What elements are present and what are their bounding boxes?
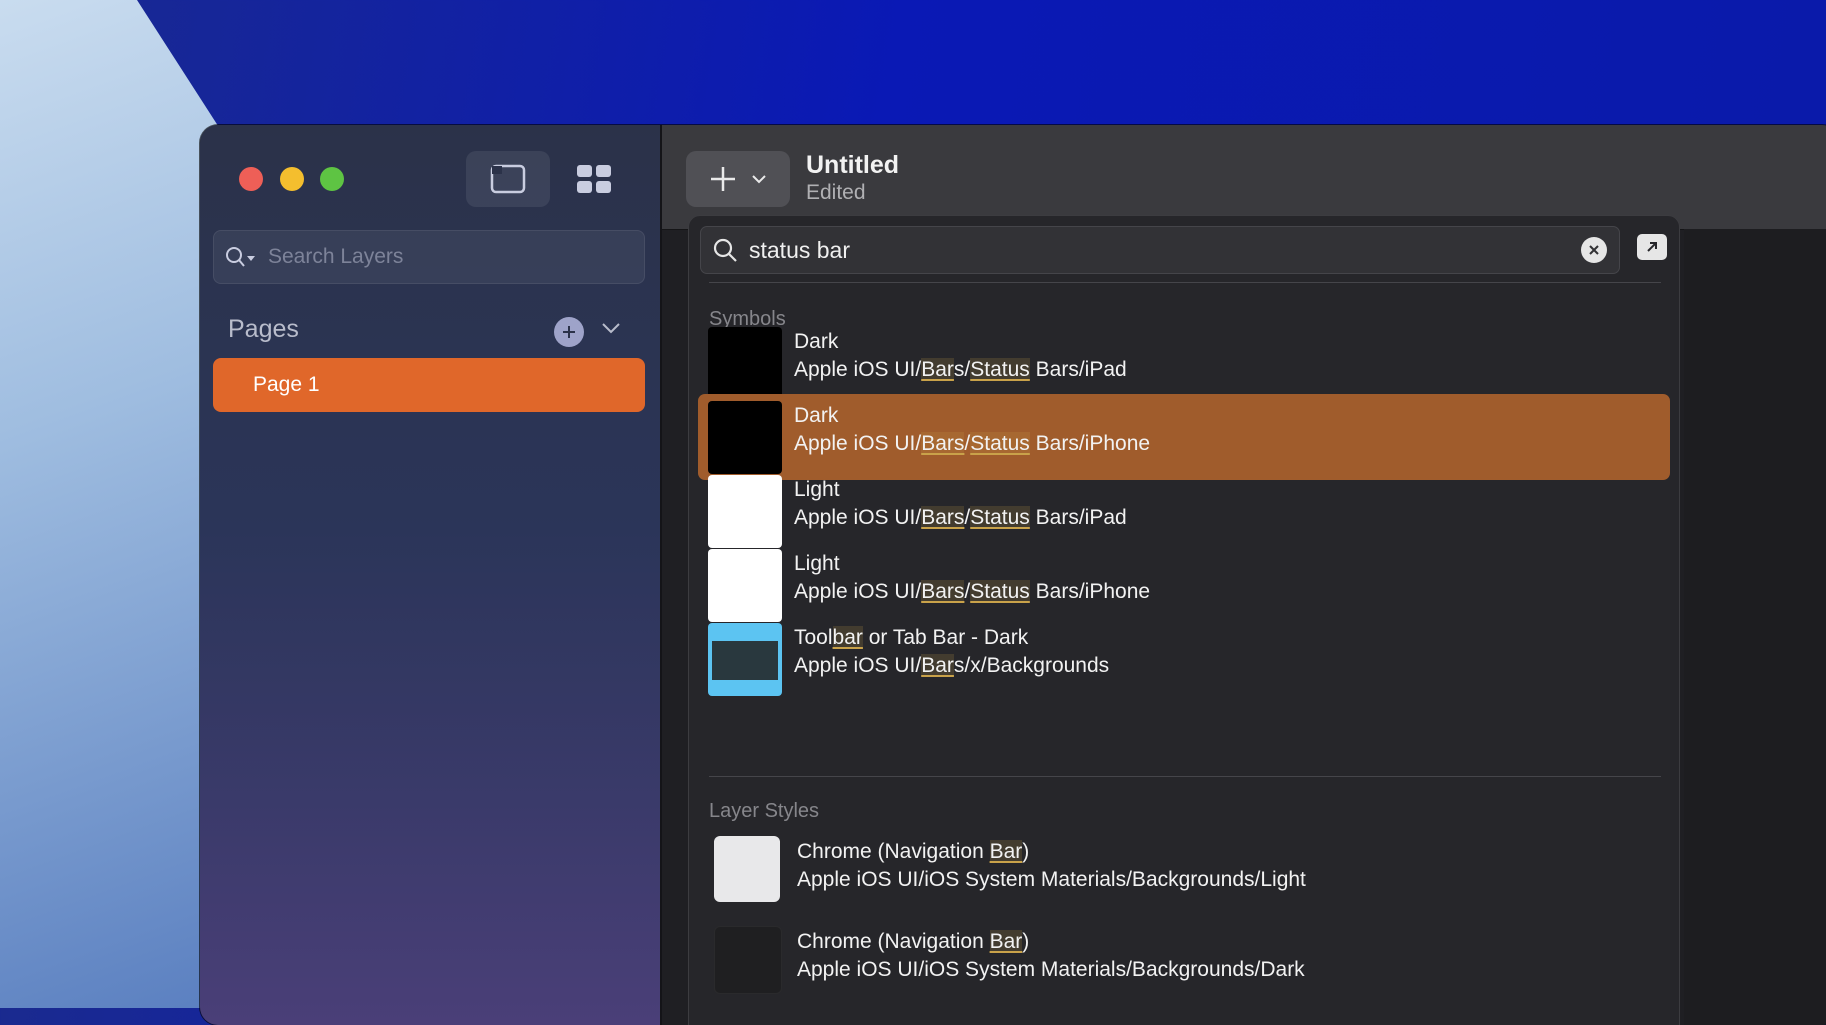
- insert-search-value: status bar: [749, 236, 850, 263]
- result-thumbnail: [714, 836, 780, 902]
- text-segment: Apple iOS UI/: [794, 580, 922, 603]
- main-area: Untitled Edited status bar Symbols Dark A…: [662, 125, 1826, 1025]
- result-thumbnail: [708, 401, 782, 474]
- match-highlight: Status: [970, 506, 1030, 529]
- document-status: Edited: [806, 181, 866, 204]
- add-page-icon[interactable]: [554, 317, 584, 347]
- text-segment: Dark: [794, 404, 839, 427]
- text-segment: or Tab Bar - Dark: [862, 626, 1029, 649]
- grid-view-button[interactable]: [552, 151, 636, 207]
- match-highlight: Status: [970, 580, 1030, 603]
- text-segment: Bars/iPad: [1029, 506, 1127, 529]
- text-segment: s/: [953, 358, 971, 381]
- result-path: Apple iOS UI/Bars/Status Bars/iPad: [794, 358, 1127, 382]
- result-name: Dark: [794, 330, 838, 354]
- result-path: Apple iOS UI/Bars/Status Bars/iPhone: [794, 432, 1150, 456]
- match-highlight: Status: [970, 358, 1030, 381]
- minimize-icon[interactable]: [280, 167, 304, 191]
- result-name: Light: [794, 478, 840, 502]
- result-name: Dark: [794, 404, 838, 428]
- text-segment: Bars/iPhone: [1029, 580, 1151, 603]
- plus-icon: [711, 167, 735, 191]
- text-segment: Bars/iPhone: [1029, 432, 1151, 455]
- expand-icon[interactable]: [1637, 234, 1667, 260]
- canvas-view-icon: [490, 164, 526, 194]
- text-segment: Apple iOS UI/: [794, 432, 922, 455]
- close-window-icon[interactable]: [239, 167, 263, 191]
- text-segment: ): [1022, 840, 1030, 863]
- insert-search-field[interactable]: status bar: [700, 226, 1620, 274]
- text-segment: Light: [794, 552, 840, 575]
- result-thumbnail: [708, 327, 782, 400]
- result-thumbnail: [714, 926, 782, 994]
- text-segment: Apple iOS UI/iOS System Materials/Backgr…: [797, 868, 1306, 891]
- result-path: Apple iOS UI/Bars/x/Backgrounds: [794, 654, 1109, 678]
- divider: [709, 776, 1661, 777]
- page-item-label: Page 1: [253, 373, 320, 396]
- match-highlight: Bars: [921, 506, 965, 529]
- search-layers-field[interactable]: Search Layers: [213, 230, 645, 284]
- search-layers-placeholder: Search Layers: [268, 245, 404, 268]
- text-segment: Apple iOS UI/iOS System Materials/Backgr…: [797, 958, 1305, 981]
- result-thumbnail: [708, 623, 782, 696]
- result-thumbnail: [708, 475, 782, 548]
- result-thumbnail: [708, 549, 782, 622]
- canvas-view-button[interactable]: [466, 151, 550, 207]
- match-highlight: Bar: [921, 358, 954, 381]
- sidebar: Search Layers Pages Page 1: [200, 125, 662, 1025]
- pages-title: Pages: [228, 315, 299, 343]
- match-highlight: Bar: [989, 840, 1023, 863]
- text-segment: Bars/iPad: [1029, 358, 1127, 381]
- result-row[interactable]: Chrome (Navigation Bar) Apple iOS UI/iOS …: [698, 830, 1670, 916]
- search-icon: [226, 247, 255, 267]
- text-segment: ): [1022, 930, 1030, 953]
- insert-popover: status bar Symbols Dark Apple iOS UI/Bars…: [688, 215, 1680, 1025]
- chevron-down-icon: [752, 175, 766, 184]
- clear-icon[interactable]: [1581, 237, 1607, 263]
- match-highlight: bar: [832, 626, 863, 649]
- text-segment: Light: [794, 478, 840, 501]
- result-path: Apple iOS UI/Bars/Status Bars/iPad: [794, 506, 1127, 530]
- result-path: Apple iOS UI/iOS System Materials/Backgr…: [797, 958, 1305, 982]
- text-segment: Chrome (Navigation: [797, 840, 990, 863]
- page-item-page-1[interactable]: Page 1: [213, 358, 645, 412]
- app-window: Search Layers Pages Page 1 Untitled Edit…: [200, 125, 1826, 1025]
- chevron-down-icon[interactable]: [600, 320, 622, 336]
- canvas[interactable]: [1684, 229, 1826, 1025]
- divider: [709, 282, 1661, 283]
- result-name: Light: [794, 552, 840, 576]
- section-label-layer-styles: Layer Styles: [709, 800, 820, 822]
- match-highlight: Bars: [921, 580, 965, 603]
- text-segment: Apple iOS UI/: [794, 654, 922, 677]
- result-name: Chrome (Navigation Bar): [797, 930, 1029, 954]
- search-icon: [713, 238, 737, 262]
- result-name: Toolbar or Tab Bar - Dark: [794, 626, 1028, 650]
- text-segment: Tool: [794, 626, 833, 649]
- result-row[interactable]: Toolbar or Tab Bar - Dark Apple iOS UI/Ba…: [698, 616, 1670, 702]
- text-segment: s/x/Backgrounds: [953, 654, 1110, 677]
- result-path: Apple iOS UI/Bars/Status Bars/iPhone: [794, 580, 1150, 604]
- match-highlight: Status: [970, 432, 1030, 455]
- text-segment: Apple iOS UI/: [794, 506, 922, 529]
- result-path: Apple iOS UI/iOS System Materials/Backgr…: [797, 868, 1306, 892]
- insert-button[interactable]: [686, 151, 790, 207]
- match-highlight: Bar: [921, 654, 954, 677]
- match-highlight: Bar: [989, 930, 1023, 953]
- result-name: Chrome (Navigation Bar): [797, 840, 1029, 864]
- grid-view-icon: [577, 165, 611, 193]
- text-segment: Chrome (Navigation: [797, 930, 990, 953]
- result-row[interactable]: Chrome (Navigation Bar) Apple iOS UI/iOS …: [698, 920, 1670, 1006]
- zoom-icon[interactable]: [320, 167, 344, 191]
- match-highlight: Bars: [921, 432, 965, 455]
- text-segment: Apple iOS UI/: [794, 358, 922, 381]
- text-segment: Dark: [794, 330, 839, 353]
- document-title: Untitled: [806, 151, 900, 179]
- pages-header: Pages: [228, 310, 640, 350]
